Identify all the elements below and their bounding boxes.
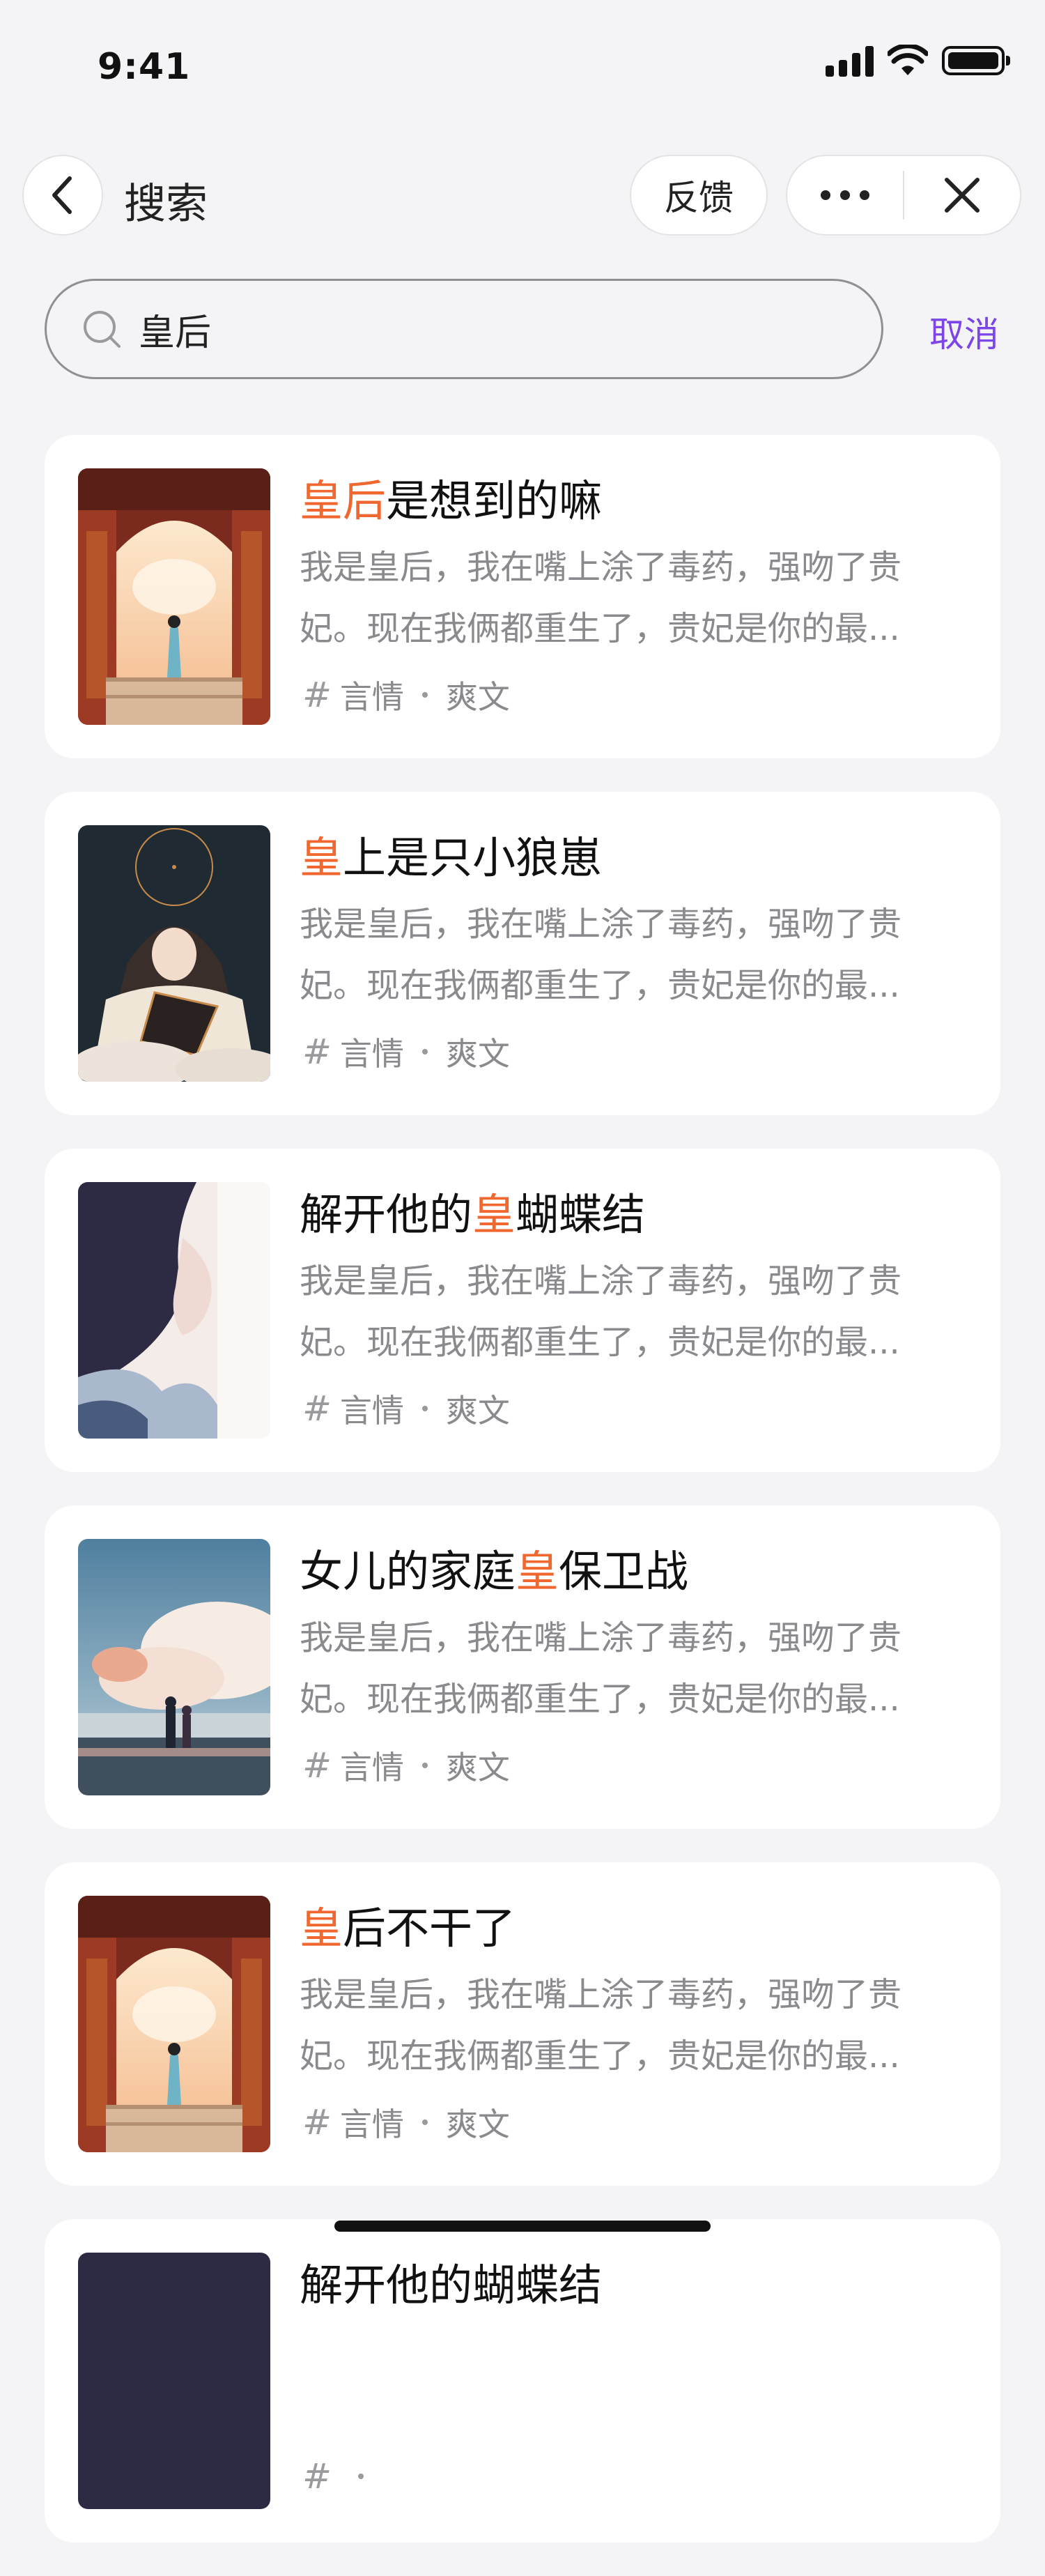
close-icon: [944, 178, 980, 213]
tag-genre: 言情: [339, 2106, 404, 2143]
title-suffix: 保卫战: [559, 1546, 689, 1597]
title-prefix: 女儿的家庭: [300, 1546, 516, 1597]
description-line: 我是皇后，我在嘴上涂了毒药，强吻了贵: [300, 1262, 902, 1301]
book-tags: # 言情 爽文: [302, 1742, 510, 1788]
tag-separator-dot: [357, 2474, 364, 2479]
title-highlight: 皇: [300, 1903, 343, 1954]
battery-icon: [942, 46, 1010, 75]
status-icons: [826, 45, 1010, 77]
title-highlight: 皇: [516, 1546, 559, 1597]
close-button[interactable]: [904, 156, 1020, 234]
book-card-6[interactable]: 解开他的蝴蝶结 #: [45, 2219, 1000, 2543]
book-description: 我是皇后，我在嘴上涂了毒药，强吻了贵 妃。现在我俩都重生了，贵妃是你的最...: [300, 1964, 954, 2087]
more-button[interactable]: [787, 156, 903, 234]
hashtag-icon: #: [302, 2456, 332, 2497]
search-bar[interactable]: [45, 279, 883, 379]
book-description: 我是皇后，我在嘴上涂了毒药，强吻了贵 妃。现在我俩都重生了，贵妃是你的最...: [300, 537, 954, 659]
hashtag-icon: #: [302, 2102, 332, 2142]
book-card-3[interactable]: 解开他的皇蝴蝶结 我是皇后，我在嘴上涂了毒药，强吻了贵 妃。现在我俩都重生了，贵…: [45, 1149, 1000, 1472]
book-tags: # 言情 爽文: [302, 2099, 510, 2145]
hashtag-icon: #: [302, 675, 332, 715]
book-title: 皇后是想到的嘛: [300, 466, 602, 528]
title-suffix: 蝴蝶结: [472, 2260, 603, 2310]
description-line: 妃。现在我俩都重生了，贵妃是你的最...: [300, 1323, 900, 1362]
book-cover-image: [78, 468, 270, 725]
book-title: 皇后不干了: [300, 1893, 516, 1956]
description-line: 我是皇后，我在嘴上涂了毒药，强吻了贵: [300, 905, 902, 944]
book-tags: # 言情 爽文: [302, 1386, 510, 1432]
description-line: 妃。现在我俩都重生了，贵妃是你的最...: [300, 966, 900, 1005]
book-cover-image: [78, 2253, 270, 2509]
tag-style: 爽文: [445, 2106, 510, 2143]
tag-separator-dot: [421, 692, 428, 698]
book-tags: #: [302, 2456, 382, 2497]
title-suffix: 上是只小狼崽: [343, 832, 603, 883]
title-highlight: 皇后: [300, 475, 387, 526]
book-card-4[interactable]: 女儿的家庭皇保卫战 我是皇后，我在嘴上涂了毒药，强吻了贵 妃。现在我俩都重生了，…: [45, 1505, 1000, 1829]
book-cover-image: [78, 1182, 270, 1439]
mini-program-capsule: [786, 155, 1021, 236]
description-line: 妃。现在我俩都重生了，贵妃是你的最...: [300, 2037, 900, 2076]
home-indicator: [334, 2221, 711, 2232]
tag-separator-dot: [421, 1406, 428, 1411]
search-input[interactable]: [139, 308, 766, 350]
title-highlight: 皇: [300, 832, 343, 883]
wifi-icon: [888, 45, 928, 75]
tag-separator-dot: [421, 1049, 428, 1055]
back-button[interactable]: [22, 155, 103, 236]
tag-style: 爽文: [445, 1392, 510, 1429]
book-cover-image: [78, 1896, 270, 2152]
book-card-1[interactable]: 皇后是想到的嘛 我是皇后，我在嘴上涂了毒药，强吻了贵 妃。现在我俩都重生了，贵妃…: [45, 435, 1000, 758]
book-title: 解开他的皇蝴蝶结: [300, 1179, 645, 1242]
hashtag-icon: #: [302, 1032, 332, 1072]
description-line: 我是皇后，我在嘴上涂了毒药，强吻了贵: [300, 1975, 902, 2014]
tag-style: 爽文: [445, 678, 510, 716]
search-icon: [82, 309, 122, 349]
title-highlight: 皇: [472, 1189, 516, 1240]
description-line: 我是皇后，我在嘴上涂了毒药，强吻了贵: [300, 1618, 902, 1657]
book-description: 我是皇后，我在嘴上涂了毒药，强吻了贵 妃。现在我俩都重生了，贵妃是你的最...: [300, 1607, 954, 1730]
book-tags: # 言情 爽文: [302, 672, 510, 718]
tag-genre: 言情: [339, 1392, 404, 1429]
title-suffix: 后不干了: [343, 1903, 516, 1954]
hashtag-icon: #: [302, 1745, 332, 1786]
book-description: 我是皇后，我在嘴上涂了毒药，强吻了贵 妃。现在我俩都重生了，贵妃是你的最...: [300, 1250, 954, 1373]
title-suffix: 蝴蝶结: [516, 1189, 646, 1240]
book-cover-image: [78, 825, 270, 1082]
tag-separator-dot: [421, 1763, 428, 1768]
tag-separator-dot: [421, 2119, 428, 2125]
book-title: 皇上是只小狼崽: [300, 822, 602, 885]
book-tags: # 言情 爽文: [302, 1029, 510, 1075]
description-line: 我是皇后，我在嘴上涂了毒药，强吻了贵: [300, 548, 902, 587]
book-description: [300, 2321, 954, 2444]
description-line: 妃。现在我俩都重生了，贵妃是你的最...: [300, 1680, 900, 1719]
tag-style: 爽文: [445, 1749, 510, 1786]
tag-genre: 言情: [339, 1035, 404, 1073]
search-result-list: 皇后是想到的嘛 我是皇后，我在嘴上涂了毒药，强吻了贵 妃。现在我俩都重生了，贵妃…: [45, 435, 1000, 2576]
book-card-5[interactable]: 皇后不干了 我是皇后，我在嘴上涂了毒药，强吻了贵 妃。现在我俩都重生了，贵妃是你…: [45, 1862, 1000, 2186]
cancel-button[interactable]: 取消: [929, 307, 999, 357]
book-title: 女儿的家庭皇保卫战: [300, 1536, 688, 1599]
title-prefix: 解开他的: [300, 2260, 473, 2310]
tag-genre: 言情: [339, 1749, 404, 1786]
description-line: 妃。现在我俩都重生了，贵妃是你的最...: [300, 609, 900, 648]
book-cover-image: [78, 1539, 270, 1795]
feedback-button[interactable]: 反馈: [630, 155, 768, 236]
tag-genre: 言情: [339, 678, 404, 716]
book-description: 我是皇后，我在嘴上涂了毒药，强吻了贵 妃。现在我俩都重生了，贵妃是你的最...: [300, 894, 954, 1016]
book-card-2[interactable]: 皇上是只小狼崽 我是皇后，我在嘴上涂了毒药，强吻了贵 妃。现在我俩都重生了，贵妃…: [45, 792, 1000, 1115]
chevron-left-icon: [52, 176, 72, 214]
more-icon: [821, 190, 869, 200]
cellular-signal-icon: [826, 45, 874, 77]
page-title: 搜索: [124, 180, 208, 229]
hashtag-icon: #: [302, 1388, 332, 1429]
tag-style: 爽文: [445, 1035, 510, 1073]
book-title: 解开他的蝴蝶结: [300, 2250, 602, 2313]
title-suffix: 是想到的嘛: [386, 475, 603, 526]
status-bar: 9:41: [0, 0, 1045, 132]
title-prefix: 解开他的: [300, 1189, 473, 1240]
status-time: 9:41: [98, 46, 191, 88]
